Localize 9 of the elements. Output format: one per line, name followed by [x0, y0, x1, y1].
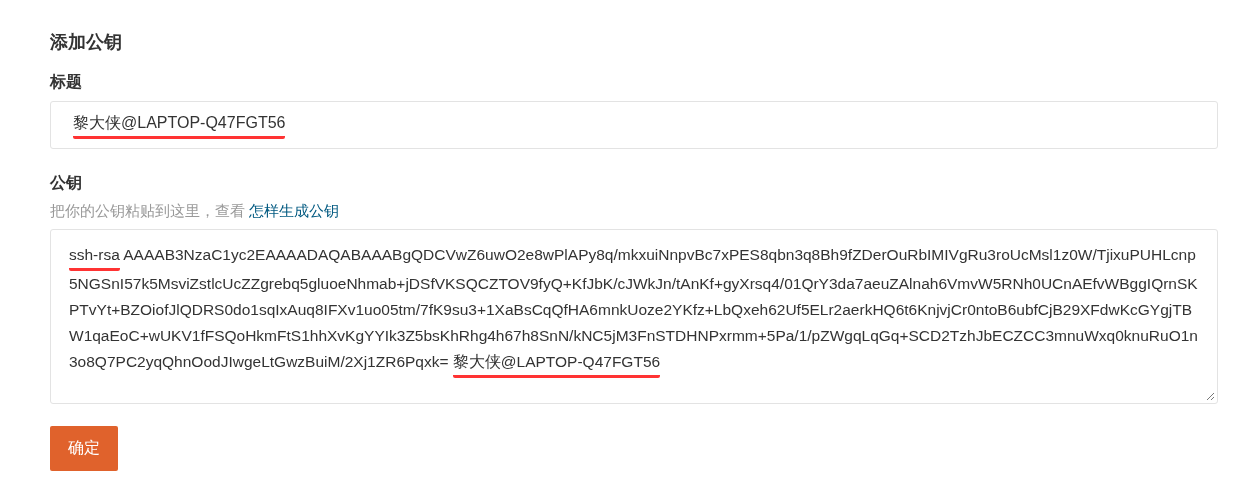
help-link[interactable]: 怎样生成公钥	[249, 202, 339, 221]
confirm-button[interactable]: 确定	[50, 426, 118, 471]
title-input[interactable]: 黎大侠@LAPTOP-Q47FGT56	[50, 101, 1218, 149]
field-label: 公钥	[50, 173, 83, 193]
key-textarea[interactable]: ssh-rsa AAAAB3NzaC1yc2EAAAADAQABAAABgQDCVwZ6uwO2e8wPlAPy8q/mkxuiNnpvBc7xPES8qbn3q8Bh9fZDerOuRbIMIVgRu3roUcMsl1z0W/TjixuPUHLcnp5NGSnI57k5MsviZstlcUcZZgrebq5gluoeNhmab+jDSfVKSQCZTOV9fyQ+KfJbK/cJWkJn/tAnKf+gyXrsq4/01QrY3da7aeuZAlnah6VmvW5RNh0UCnAEfvWBggIQrnSKPTvYt+BZOiofJlQDRS0do1sqIxAuq8IFXv1uo05tm/7fK9su3+1XaBsCqQfHA6mnkUoze2YKfz+LbQxeh62Uf5ELr2aerkHQ6t6KnjvjCr0ntoB6ubfCjB29XFdwKcGYgjTBW1qaEoC+wUKV1fFSQoHkmFtS1hhXvKgYYIk3Z5bsKhRhg4h67h8SnN/kNC5jM3FnSTDHNPxrmm+5Pa/1/pZWgqLqGq+SCD2TzhJbECZCC3mnuWxq0knuRuO1n3o8Q7PC2yqQhnOodJIwgeLtGwzBuiM/2Xj1ZR6Pqxk= 黎大侠@LAPTOP-Q47FGT56	[50, 229, 1218, 404]
field-hint: 把你的公钥粘贴到这里，查看	[50, 202, 245, 221]
field-label: 标题	[50, 72, 83, 92]
resize-grip-icon[interactable]	[1206, 392, 1215, 401]
section-heading: 添加公钥	[50, 31, 123, 54]
